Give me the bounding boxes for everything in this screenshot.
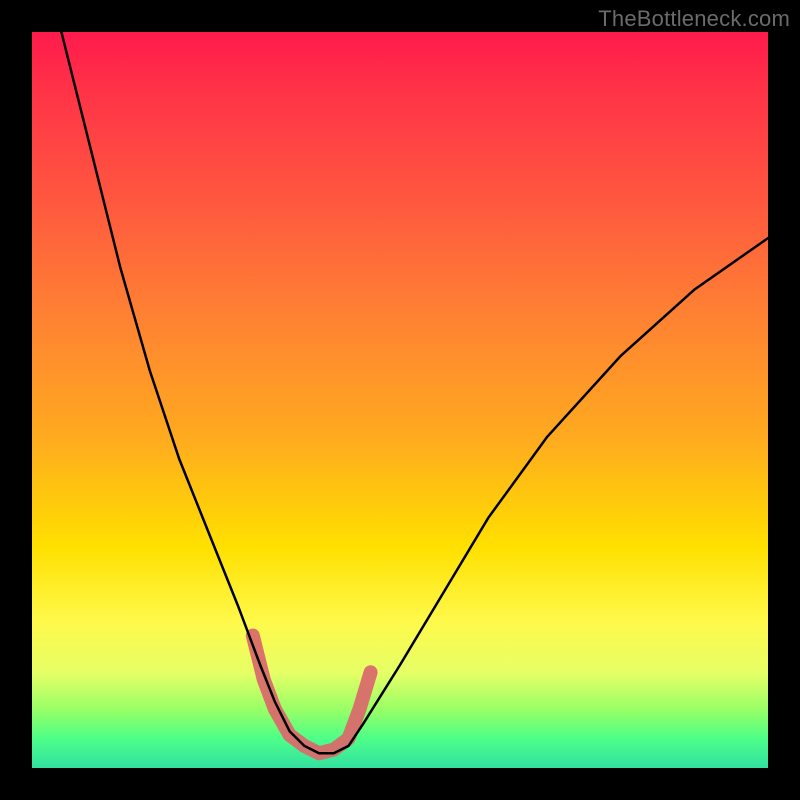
bottleneck-curve xyxy=(61,32,768,753)
watermark-text: TheBottleneck.com xyxy=(598,6,790,32)
optimal-range-highlight xyxy=(253,636,371,754)
chart-frame: TheBottleneck.com xyxy=(0,0,800,800)
curve-svg xyxy=(32,32,768,768)
plot-area xyxy=(32,32,768,768)
